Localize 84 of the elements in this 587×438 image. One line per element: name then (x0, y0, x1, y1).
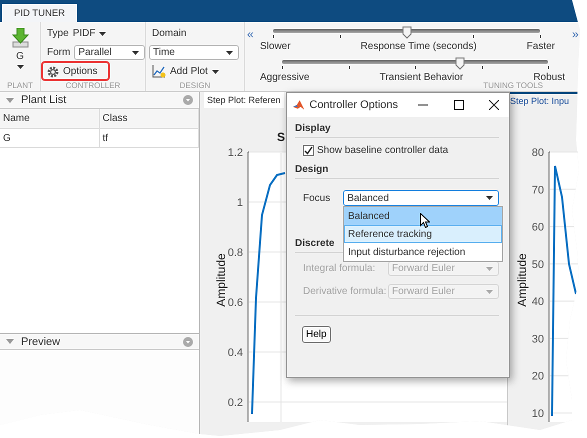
form-label: Form (47, 47, 70, 58)
formula-label: Integral formula: (303, 263, 376, 274)
plot-tab[interactable]: Step Plot: Referen (204, 92, 284, 108)
slider-thumb[interactable] (455, 57, 466, 70)
checkbox-label[interactable]: Show baseline controller data (317, 144, 448, 156)
tick-label: 1 (236, 197, 243, 209)
column-header[interactable]: Class (100, 109, 199, 128)
panel-title: Preview (21, 336, 60, 348)
caret-icon (486, 290, 493, 294)
tick-label: 70 (532, 184, 544, 196)
slider-title: Transient Behavior (380, 71, 464, 84)
maximize-icon (454, 100, 464, 110)
minimize-icon (418, 104, 428, 106)
section-label: DESIGN (178, 80, 212, 91)
app-icon (293, 99, 304, 111)
domain-dropdown[interactable]: Time (149, 45, 239, 60)
tick-label: 80 (532, 147, 544, 159)
panel-title: Plant List (21, 94, 66, 106)
section-label: CONTROLLER (64, 80, 122, 91)
slider-min-label: Aggressive (260, 71, 310, 84)
collapse-icon[interactable] (6, 98, 14, 102)
caret-icon (226, 50, 233, 54)
slider-min-label: Slower (260, 40, 291, 53)
slider-track[interactable] (273, 26, 540, 40)
slider-thumb[interactable] (402, 26, 412, 39)
plant-name[interactable]: G (16, 51, 24, 62)
plot-title: S (277, 130, 286, 144)
slider-title: Response Time (seconds) (360, 40, 477, 53)
caret-icon (16, 65, 24, 69)
slider-max-label: Robust (533, 71, 565, 83)
collapse-icon[interactable] (6, 339, 14, 344)
dropdown-option[interactable]: Reference tracking (344, 225, 502, 243)
tick-label: 1.2 (228, 147, 243, 159)
help-button[interactable]: Help (302, 326, 331, 343)
focus-label: Focus (303, 192, 330, 204)
caret-icon (486, 266, 493, 270)
tick-label: 50 (532, 258, 544, 271)
plot-tab[interactable]: Step Plot: Inpu (508, 94, 572, 108)
section-label: TUNING TOOLS (483, 80, 543, 91)
tick-label: 0.6 (228, 297, 243, 309)
tick-label: 60 (532, 222, 544, 234)
tick-label: 0.8 (228, 247, 243, 259)
dropdown-option[interactable]: Input disturbance rejection (344, 243, 502, 261)
table-cell[interactable]: G (0, 129, 100, 147)
dialog-title: Controller Options (309, 99, 398, 111)
collapse-button[interactable]: « (247, 28, 254, 40)
app-tab[interactable]: PID TUNER (2, 4, 77, 22)
slider-max-label: Faster (526, 40, 555, 53)
type-dropdown[interactable]: PIDF (72, 26, 106, 41)
focus-dropdown[interactable]: Balanced (343, 190, 499, 206)
section-heading: Display (295, 123, 499, 138)
tick-label: 40 (532, 296, 544, 308)
tick-label: 0.2 (228, 397, 243, 409)
dropdown-option[interactable]: Balanced (344, 207, 502, 225)
gear-icon (47, 66, 59, 78)
axis-label: Amplitude (214, 253, 228, 307)
tick-label: 0.4 (228, 347, 243, 359)
expand-button[interactable]: » (572, 28, 579, 40)
import-icon[interactable] (12, 28, 28, 48)
checkbox[interactable] (303, 144, 314, 156)
domain-label: Domain (152, 28, 186, 39)
tick-label: 10 (532, 408, 544, 420)
slider-track[interactable] (282, 57, 548, 71)
type-label: Type (47, 28, 69, 39)
table-cell[interactable]: tf (100, 129, 199, 147)
plot-icon (152, 65, 166, 78)
formula-label: Derivative formula: (303, 286, 386, 297)
form-dropdown[interactable]: Parallel (74, 45, 145, 60)
pointer-icon (420, 213, 430, 228)
tick-label: 30 (532, 333, 544, 346)
add-plot-button[interactable]: Add Plot (152, 64, 244, 79)
close-icon (488, 100, 499, 110)
caret-icon (212, 70, 219, 74)
panel-menu-icon[interactable] (183, 95, 193, 105)
column-header[interactable]: Name (0, 109, 100, 128)
caret-icon (132, 50, 139, 54)
caret-icon (99, 32, 106, 36)
panel-menu-icon[interactable] (183, 336, 193, 346)
caret-icon (486, 196, 493, 200)
options-button[interactable]: Options (47, 64, 98, 79)
axis-label: Amplitude (515, 253, 529, 307)
section-heading: Design (295, 164, 499, 179)
tick-label: 20 (532, 370, 544, 383)
section-label: PLANT (6, 80, 34, 91)
